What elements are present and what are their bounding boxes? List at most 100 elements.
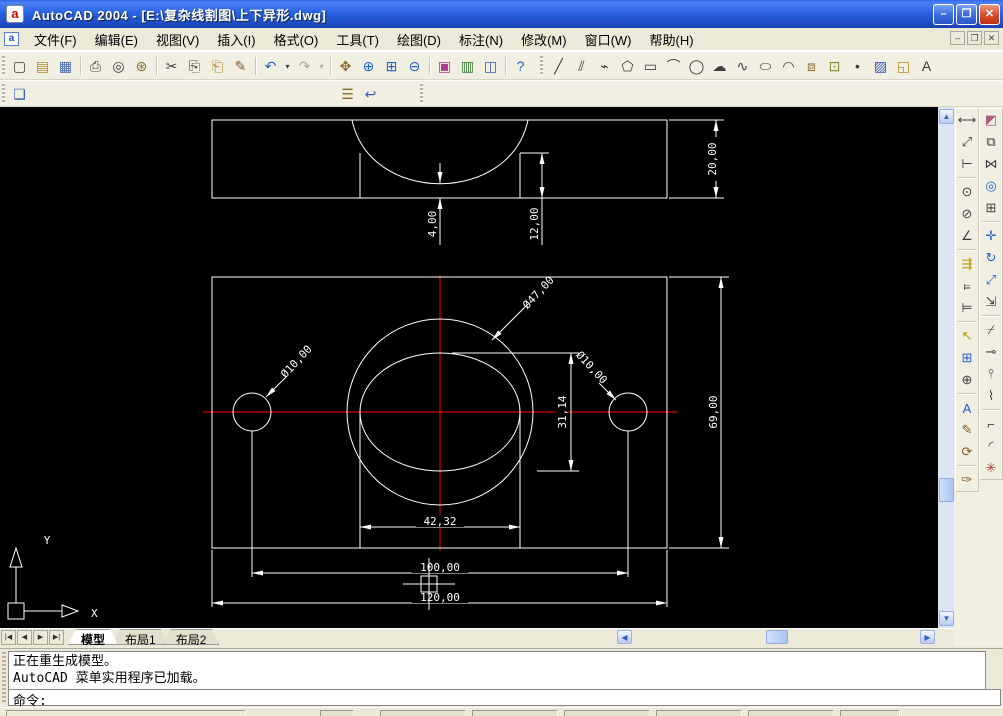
rectangle-button[interactable]: ▭ xyxy=(639,55,662,77)
multiline-text-button[interactable]: A xyxy=(915,55,938,77)
continue-dimension-button[interactable]: ⊨ xyxy=(956,297,978,319)
menu-item[interactable]: 修改(M) xyxy=(512,27,576,52)
scroll-down-button[interactable]: ▼ xyxy=(939,611,954,626)
doc-minimize-button[interactable]: – xyxy=(950,31,965,45)
insert-block-button[interactable]: ⧈ xyxy=(800,55,823,77)
scroll-right-button[interactable]: ▶ xyxy=(920,630,935,644)
tab-布局1[interactable]: 布局1 xyxy=(112,629,169,645)
undo-dropdown-button[interactable]: ▾ xyxy=(282,55,293,77)
dimension-style-button[interactable]: ✑ xyxy=(956,469,978,491)
status-toggle[interactable] xyxy=(656,710,742,716)
tool-palettes-button[interactable]: ◫ xyxy=(479,55,502,77)
doc-restore-button[interactable]: ❐ xyxy=(967,31,982,45)
zoom-window-button[interactable]: ⊞ xyxy=(380,55,403,77)
polygon-button[interactable]: ⬠ xyxy=(616,55,639,77)
zoom-realtime-button[interactable]: ⊕ xyxy=(357,55,380,77)
circle-button[interactable]: ◯ xyxy=(685,55,708,77)
angular-dimension-button[interactable]: ∠ xyxy=(956,225,978,247)
menu-item[interactable]: 标注(N) xyxy=(450,27,512,52)
region-button[interactable]: ◱ xyxy=(892,55,915,77)
chamfer-button[interactable]: ⌐ xyxy=(980,413,1002,435)
tab-nav-button[interactable]: ▶| xyxy=(49,630,64,645)
zoom-previous-button[interactable]: ⊖ xyxy=(403,55,426,77)
copy-object-button[interactable]: ⧉ xyxy=(980,131,1002,153)
ellipse-button[interactable]: ⬭ xyxy=(754,55,777,77)
stretch-button[interactable]: ⇲ xyxy=(980,291,1002,313)
tab-nav-button[interactable]: ▶ xyxy=(33,630,48,645)
break-button[interactable]: ⌇ xyxy=(980,385,1002,407)
spline-button[interactable]: ∿ xyxy=(731,55,754,77)
redo-dropdown-button[interactable]: ▾ xyxy=(316,55,327,77)
center-mark-button[interactable]: ⊕ xyxy=(956,369,978,391)
layers-manager-button[interactable]: ❏ xyxy=(8,83,31,105)
scale-button[interactable]: ⤢ xyxy=(980,269,1002,291)
design-center-button[interactable]: ▥ xyxy=(456,55,479,77)
tab-nav-button[interactable]: ◀ xyxy=(17,630,32,645)
toolbar-grip[interactable] xyxy=(540,56,543,76)
trim-button[interactable]: ⌿ xyxy=(980,319,1002,341)
status-toggle[interactable] xyxy=(840,710,900,716)
mirror-button[interactable]: ⋈ xyxy=(980,153,1002,175)
cut-button[interactable]: ✂ xyxy=(160,55,183,77)
document-icon[interactable]: a xyxy=(4,32,19,46)
toolbar-grip[interactable] xyxy=(2,56,5,76)
line-button[interactable]: ╱ xyxy=(547,55,570,77)
baseline-dimension-button[interactable]: ⫢ xyxy=(956,275,978,297)
hatch-button[interactable]: ▨ xyxy=(869,55,892,77)
make-block-button[interactable]: ⊡ xyxy=(823,55,846,77)
save-file-button[interactable]: ▦ xyxy=(54,55,77,77)
aligned-dimension-button[interactable]: ⤢ xyxy=(956,131,978,153)
radius-dimension-button[interactable]: ⊙ xyxy=(956,181,978,203)
revision-cloud-button[interactable]: ☁ xyxy=(708,55,731,77)
vertical-scroll-thumb[interactable] xyxy=(939,478,954,502)
maximize-button[interactable]: ❐ xyxy=(956,4,977,25)
ordinate-dimension-button[interactable]: ⊢ xyxy=(956,153,978,175)
drawing-canvas[interactable]: 20,00 4,00 12,00 42,32 100,00 120,00 69,… xyxy=(0,107,938,628)
diameter-dimension-button[interactable]: ⊘ xyxy=(956,203,978,225)
status-toggle[interactable] xyxy=(472,710,558,716)
copy-button[interactable]: ⎘ xyxy=(183,55,206,77)
scroll-up-button[interactable]: ▲ xyxy=(939,109,954,124)
tolerance-button[interactable]: ⊞ xyxy=(956,347,978,369)
command-input[interactable]: 命令: xyxy=(8,689,1001,709)
menu-item[interactable]: 格式(O) xyxy=(265,27,328,52)
print-button[interactable]: ⎙ xyxy=(84,55,107,77)
undo-button[interactable]: ↶ xyxy=(259,55,282,77)
menu-item[interactable]: 视图(V) xyxy=(147,27,208,52)
menu-item[interactable]: 编辑(E) xyxy=(86,27,147,52)
quick-leader-button[interactable]: ↖ xyxy=(956,325,978,347)
minimize-button[interactable]: – xyxy=(933,4,954,25)
redo-button[interactable]: ↷ xyxy=(293,55,316,77)
move-button[interactable]: ✛ xyxy=(980,225,1002,247)
dimension-text-edit-button[interactable]: A xyxy=(956,397,978,419)
paste-button[interactable]: ⎗ xyxy=(206,55,229,77)
publish-button[interactable]: ⊛ xyxy=(130,55,153,77)
close-button[interactable]: ✕ xyxy=(979,4,1000,25)
print-preview-button[interactable]: ◎ xyxy=(107,55,130,77)
dimension-update-button[interactable]: ⟳ xyxy=(956,441,978,463)
status-toggle[interactable] xyxy=(320,710,354,716)
polyline-button[interactable]: ⌁ xyxy=(593,55,616,77)
command-window-grip[interactable] xyxy=(2,652,6,704)
status-toggle[interactable] xyxy=(748,710,834,716)
status-toggle[interactable] xyxy=(380,710,466,716)
tab-nav-button[interactable]: |◀ xyxy=(1,630,16,645)
tab-布局2[interactable]: 布局2 xyxy=(163,629,220,645)
toolbar-grip[interactable] xyxy=(420,84,423,104)
menu-item[interactable]: 文件(F) xyxy=(25,27,86,52)
erase-button[interactable]: ◩ xyxy=(980,109,1002,131)
app-icon[interactable]: a xyxy=(6,5,24,23)
make-object-layer-current-button[interactable]: ☰ xyxy=(336,83,359,105)
match-properties-button[interactable]: ✎ xyxy=(229,55,252,77)
properties-button[interactable]: ▣ xyxy=(433,55,456,77)
explode-button[interactable]: ✳ xyxy=(980,457,1002,479)
break-at-point-button[interactable]: ⫯ xyxy=(980,363,1002,385)
horizontal-scroll-thumb[interactable] xyxy=(766,630,788,644)
doc-close-button[interactable]: ✕ xyxy=(984,31,999,45)
ellipse-arc-button[interactable]: ◠ xyxy=(777,55,800,77)
tab-模型[interactable]: 模型 xyxy=(68,629,118,645)
menu-item[interactable]: 绘图(D) xyxy=(388,27,450,52)
command-history[interactable]: 正在重生成模型。 AutoCAD 菜单实用程序已加载。 xyxy=(8,651,986,689)
status-toggle[interactable] xyxy=(564,710,650,716)
open-file-button[interactable]: ▤ xyxy=(31,55,54,77)
